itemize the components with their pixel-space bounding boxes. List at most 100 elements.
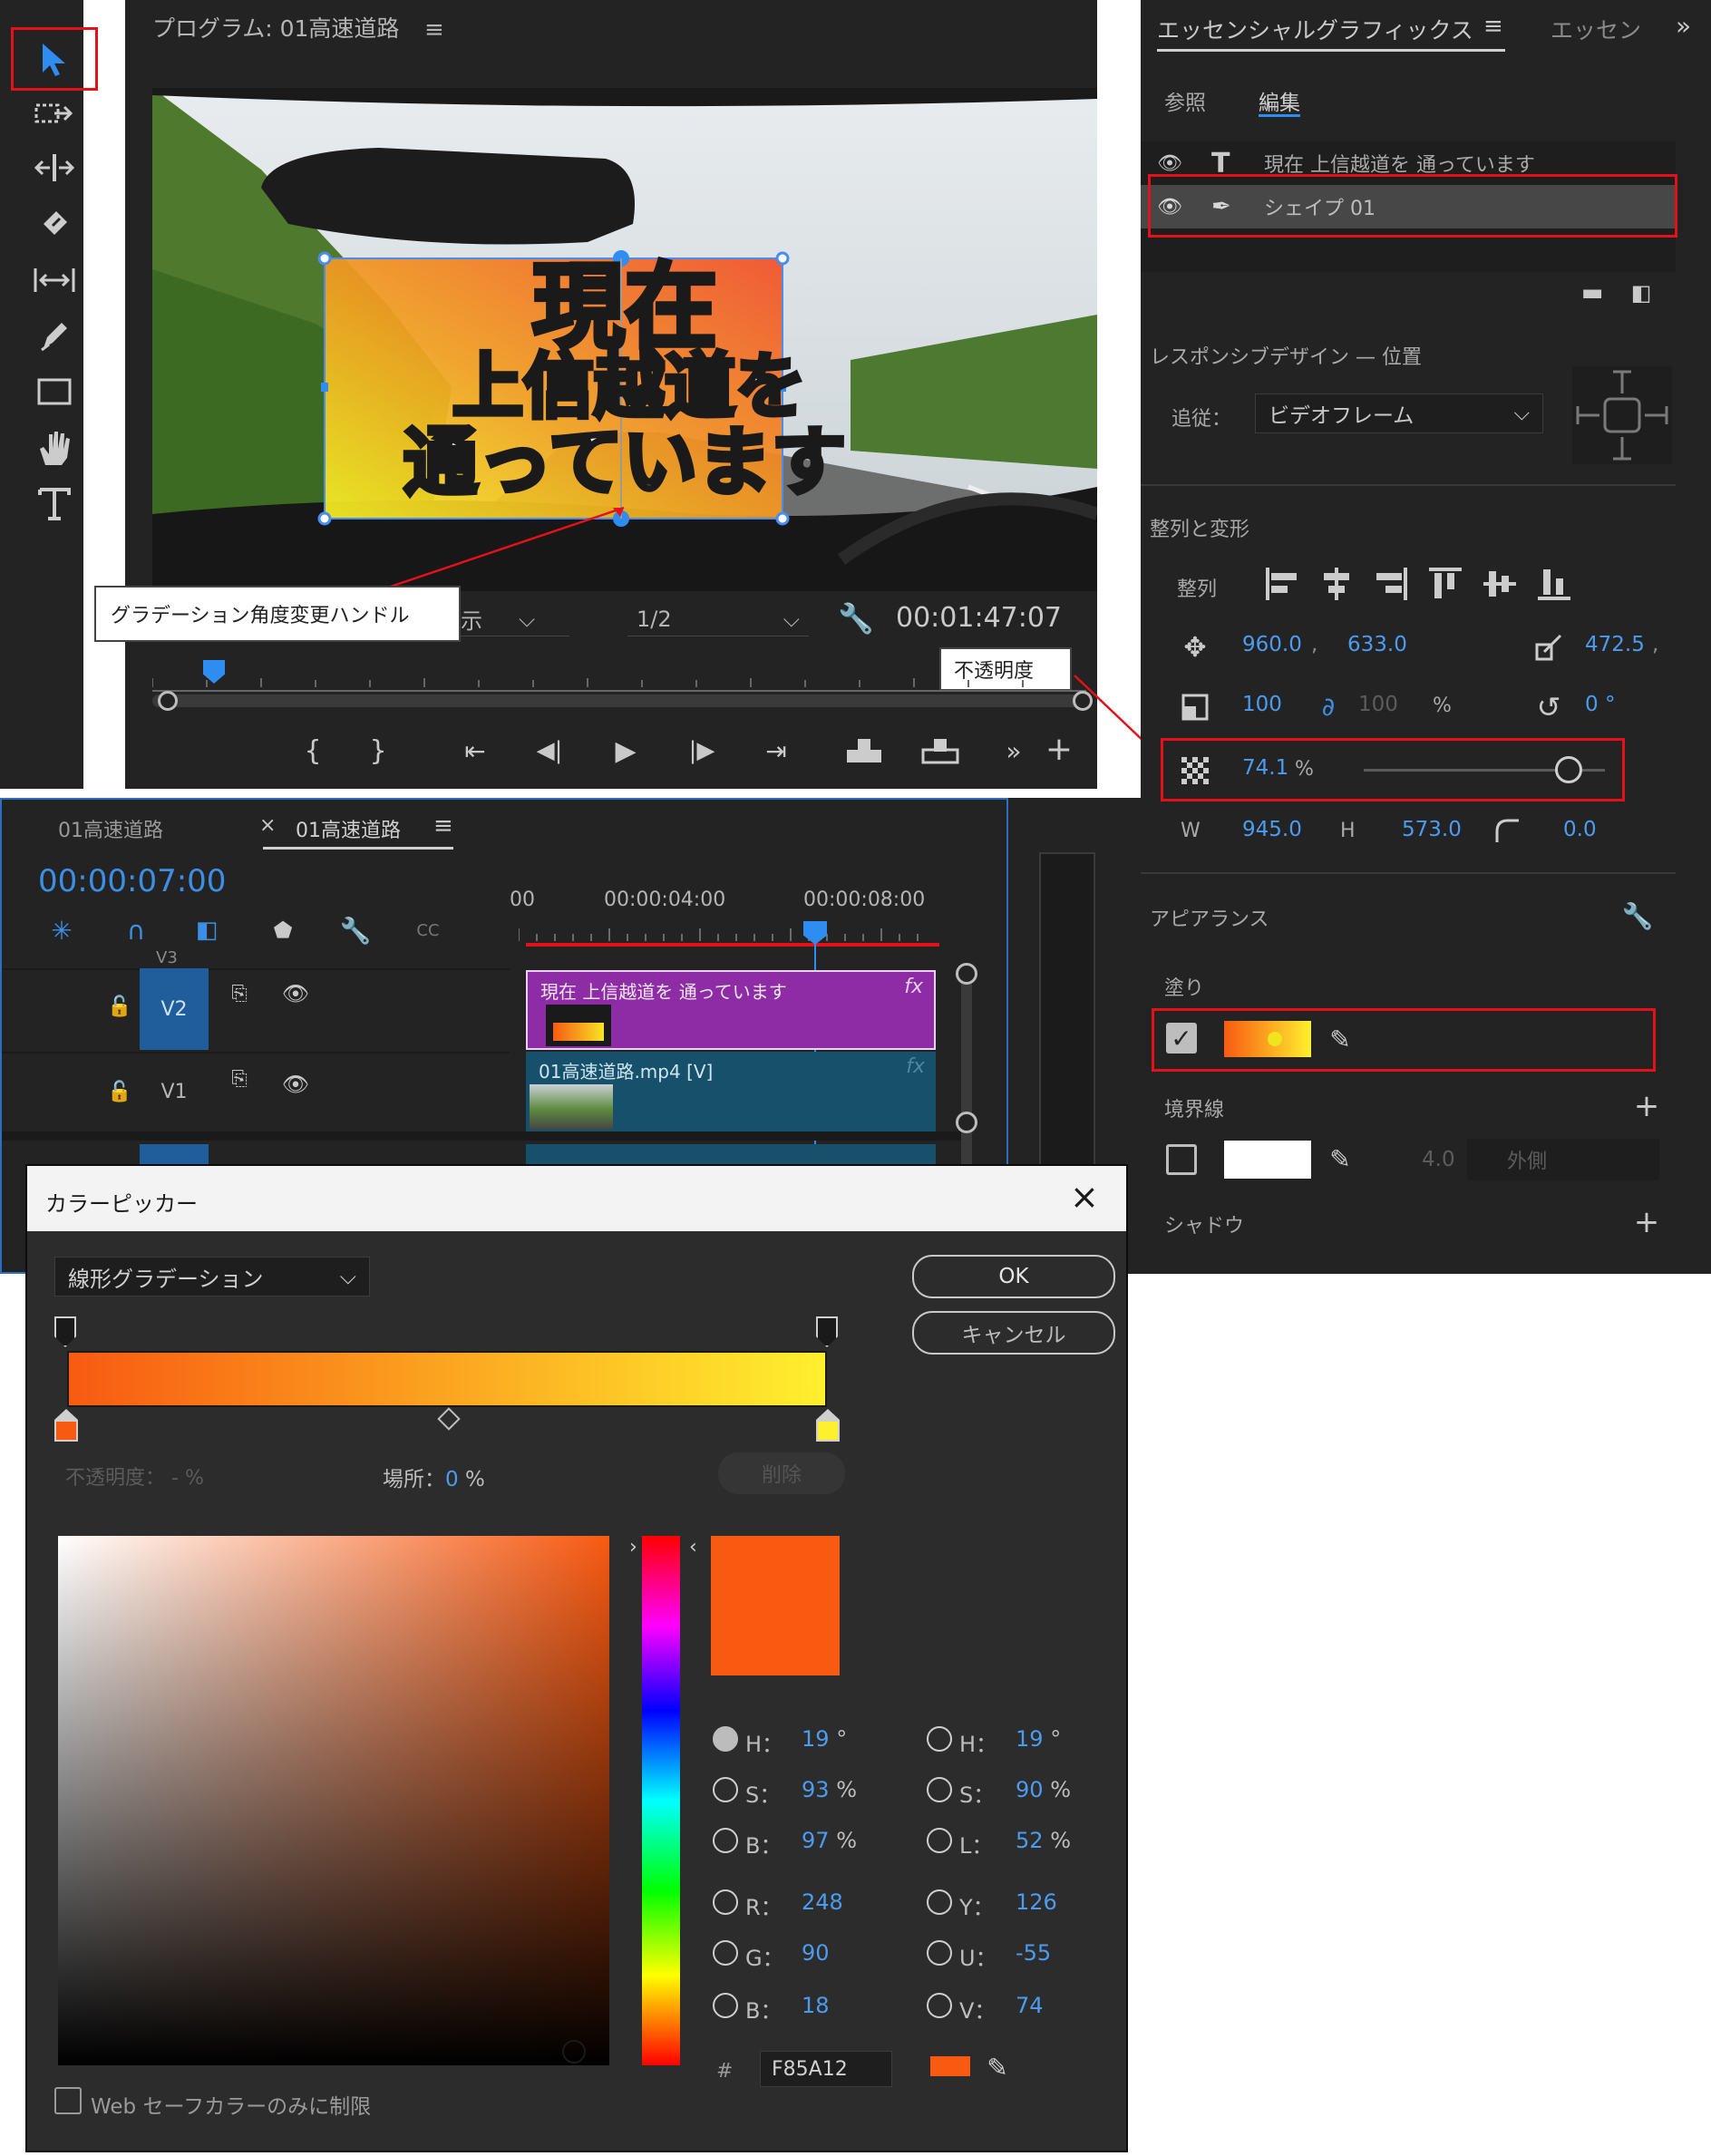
align-right-icon[interactable]: [1369, 562, 1413, 606]
rotation-value[interactable]: 0 °: [1585, 693, 1615, 716]
width-value[interactable]: 945.0: [1242, 818, 1302, 841]
opacity-stop-right[interactable]: [816, 1316, 838, 1347]
lock-icon[interactable]: 🔓: [103, 990, 136, 1023]
align-top-icon[interactable]: [1424, 562, 1467, 606]
eyedropper-icon[interactable]: ✎: [1322, 1021, 1358, 1057]
align-center-h-icon[interactable]: [1315, 562, 1358, 606]
v-value[interactable]: 74: [1016, 1993, 1044, 2018]
panel-menu-icon[interactable]: ≡: [1483, 13, 1503, 40]
opacity-stop-left[interactable]: [54, 1316, 76, 1347]
hue-slider[interactable]: [642, 1536, 680, 2065]
radio-y[interactable]: [927, 1889, 952, 1915]
wrench-icon[interactable]: 🔧: [1619, 898, 1656, 934]
gradient-bar[interactable]: [67, 1351, 827, 1407]
ok-button[interactable]: OK: [912, 1255, 1115, 1298]
subtab-browse[interactable]: 参照: [1164, 85, 1206, 116]
wrench-icon[interactable]: 🔧: [337, 912, 374, 948]
gradient-mode-select[interactable]: 線形グラデーション ⌵: [54, 1257, 370, 1297]
cancel-button[interactable]: キャンセル: [912, 1311, 1115, 1355]
add-marker-icon[interactable]: ⬟: [265, 912, 301, 948]
graphic-clip-v2[interactable]: 現在 上信越道を 通っています fx: [526, 970, 936, 1050]
folder-icon[interactable]: ▬: [1574, 277, 1610, 308]
blue-value[interactable]: 18: [802, 1993, 830, 2018]
sync-lock-icon[interactable]: ⎘: [221, 1063, 258, 1095]
scroll-handle-top[interactable]: [956, 963, 977, 985]
follow-select[interactable]: ビデオフレーム ⌵: [1255, 393, 1543, 433]
color-field-cursor[interactable]: [562, 2040, 586, 2064]
zoom-handle-left[interactable]: [158, 691, 178, 711]
timeline-timecode[interactable]: 00:00:07:00: [38, 863, 226, 899]
radio-hsl-saturation[interactable]: [927, 1777, 952, 1802]
hue-value[interactable]: 19: [802, 1726, 830, 1752]
pin-to-edges-control[interactable]: [1572, 366, 1672, 464]
radio-u[interactable]: [927, 1940, 952, 1966]
radio-saturation[interactable]: [713, 1777, 738, 1802]
timeline-tab-inactive[interactable]: 01高速道路: [58, 814, 163, 843]
hsl-saturation-value[interactable]: 90: [1016, 1777, 1044, 1802]
eye-icon[interactable]: 👁: [277, 977, 314, 1010]
eyedropper-icon[interactable]: ✎: [979, 2049, 1016, 2085]
position-x-value[interactable]: 960.0: [1242, 633, 1302, 656]
eyedropper-icon[interactable]: ✎: [1322, 1141, 1358, 1177]
brightness-value[interactable]: 97: [802, 1828, 830, 1853]
y-value[interactable]: 126: [1016, 1889, 1057, 1915]
radio-hue[interactable]: [713, 1726, 738, 1752]
lock-icon[interactable]: 🔓: [103, 1075, 136, 1108]
stroke-color-swatch[interactable]: [1224, 1141, 1311, 1179]
zoom-handle-right[interactable]: [1073, 691, 1093, 711]
lift-icon[interactable]: [841, 733, 887, 769]
align-bottom-icon[interactable]: [1532, 562, 1576, 606]
fill-checkbox[interactable]: ✓: [1166, 1023, 1197, 1054]
zoom-scrollbar[interactable]: [152, 694, 1086, 707]
u-value[interactable]: -55: [1016, 1940, 1051, 1966]
eye-icon[interactable]: 👁: [1157, 152, 1211, 175]
captions-icon[interactable]: CC: [408, 912, 448, 948]
work-area-bar[interactable]: [526, 943, 939, 947]
stop-location-value[interactable]: 0: [445, 1468, 459, 1491]
saturation-value[interactable]: 93: [802, 1777, 830, 1802]
go-to-in-icon[interactable]: ⇤: [455, 733, 495, 769]
radio-v[interactable]: [927, 1993, 952, 2018]
radio-red[interactable]: [713, 1889, 738, 1915]
video-clip-v1[interactable]: 01高速道路.mp4 [V] fx: [526, 1052, 936, 1131]
subtab-edit[interactable]: 編集: [1259, 85, 1300, 116]
hsl-hue-value[interactable]: 19: [1016, 1726, 1044, 1752]
stroke-checkbox[interactable]: [1166, 1144, 1197, 1175]
radio-green[interactable]: [713, 1940, 738, 1966]
track-v1-target[interactable]: V1: [140, 1072, 209, 1112]
scale-value[interactable]: 100: [1242, 693, 1282, 716]
tab-essential-2[interactable]: エッセン: [1551, 13, 1641, 45]
more-controls-icon[interactable]: »: [996, 733, 1032, 769]
linked-selection-icon[interactable]: ◧: [189, 912, 225, 948]
close-icon[interactable]: ×: [259, 814, 276, 837]
resolution-select[interactable]: 1/2 ⌵: [627, 602, 809, 636]
tab-essential-graphics[interactable]: エッセンシャルグラフィックス: [1157, 13, 1473, 45]
snap-magnet-icon[interactable]: ∩: [118, 912, 154, 948]
radio-brightness[interactable]: [713, 1828, 738, 1853]
program-time-ruler[interactable]: [151, 660, 1086, 696]
align-center-v-icon[interactable]: [1478, 562, 1521, 606]
scroll-handle-bottom[interactable]: [956, 1112, 977, 1133]
web-safe-checkbox[interactable]: [54, 2087, 82, 2114]
saturation-brightness-field[interactable]: [58, 1536, 609, 2065]
link-icon[interactable]: ∂: [1313, 687, 1344, 725]
button-editor-plus-icon[interactable]: +: [1041, 731, 1077, 768]
extract-icon[interactable]: [918, 733, 963, 769]
timeline-tab-active[interactable]: 01高速道路: [296, 814, 401, 843]
step-forward-icon[interactable]: |▶: [682, 733, 722, 769]
add-shadow-plus-icon[interactable]: +: [1628, 1204, 1665, 1240]
close-icon[interactable]: ×: [1070, 1177, 1099, 1217]
play-icon[interactable]: ▶: [606, 733, 646, 769]
position-y-value[interactable]: 633.0: [1347, 633, 1407, 656]
mark-in-icon[interactable]: {: [297, 733, 328, 769]
opacity-slider-thumb[interactable]: [1555, 756, 1583, 783]
wrench-icon[interactable]: 🔧: [834, 598, 878, 638]
gradient-midpoint-diamond[interactable]: [437, 1407, 461, 1431]
eye-icon[interactable]: 👁: [277, 1068, 314, 1101]
green-value[interactable]: 90: [802, 1940, 830, 1966]
corner-radius-value[interactable]: 0.0: [1563, 818, 1597, 841]
color-stop-right[interactable]: [816, 1409, 840, 1442]
radio-blue[interactable]: [713, 1993, 738, 2018]
height-value[interactable]: 573.0: [1402, 818, 1462, 841]
timeline-ruler[interactable]: [518, 916, 936, 943]
